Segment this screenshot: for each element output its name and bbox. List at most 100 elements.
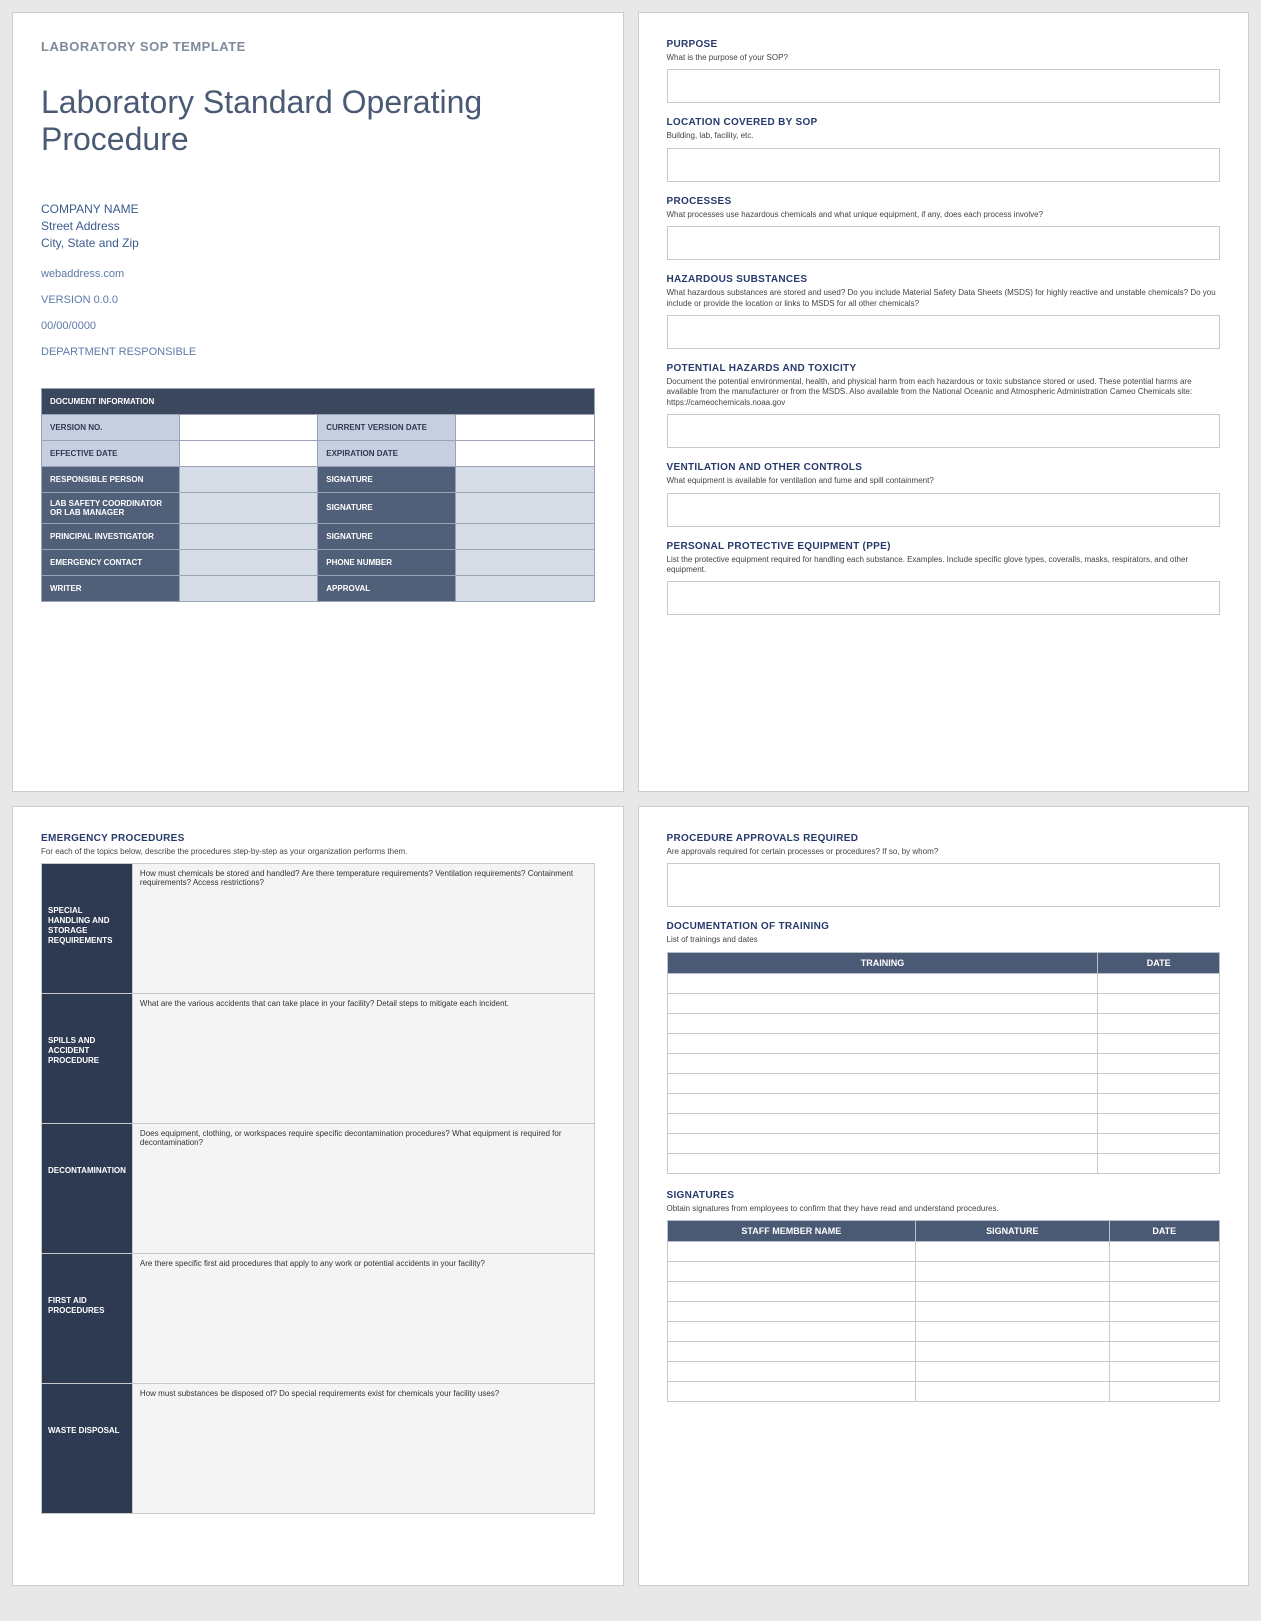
value-approval[interactable]	[456, 575, 594, 601]
emerg-label-0: SPECIAL HANDLING AND STORAGE REQUIREMENT…	[42, 864, 133, 994]
sig-name-cell[interactable]	[667, 1262, 916, 1282]
approvals-input[interactable]	[667, 863, 1221, 907]
sig-name-cell[interactable]	[667, 1242, 916, 1262]
value-phone-number[interactable]	[456, 549, 594, 575]
training-cell[interactable]	[667, 1113, 1098, 1133]
emerg-body-1[interactable]: What are the various accidents that can …	[132, 994, 594, 1124]
value-signature-1[interactable]	[456, 466, 594, 492]
version-line: VERSION 0.0.0	[41, 294, 595, 306]
training-cell[interactable]	[667, 1153, 1098, 1173]
sig-name-cell[interactable]	[667, 1282, 916, 1302]
training-cell[interactable]	[667, 993, 1098, 1013]
city-state-zip: City, State and Zip	[41, 236, 595, 250]
training-cell[interactable]	[667, 973, 1098, 993]
value-signature-2[interactable]	[456, 492, 594, 523]
sig-col-signature: SIGNATURE	[916, 1221, 1109, 1242]
ppe-desc: List the protective equipment required f…	[667, 555, 1221, 576]
sig-name-cell[interactable]	[667, 1322, 916, 1342]
training-cell[interactable]	[667, 1053, 1098, 1073]
sig-date-cell[interactable]	[1109, 1282, 1220, 1302]
sig-sign-cell[interactable]	[916, 1382, 1109, 1402]
sig-date-cell[interactable]	[1109, 1362, 1220, 1382]
table-row	[667, 1322, 1220, 1342]
value-principal-investigator[interactable]	[180, 523, 318, 549]
training-cell[interactable]	[667, 1073, 1098, 1093]
signatures-table: STAFF MEMBER NAME SIGNATURE DATE	[667, 1220, 1221, 1402]
sig-sign-cell[interactable]	[916, 1322, 1109, 1342]
table-row	[667, 1282, 1220, 1302]
sig-date-cell[interactable]	[1109, 1342, 1220, 1362]
location-title: LOCATION COVERED BY SOP	[667, 117, 1221, 128]
sig-sign-cell[interactable]	[916, 1262, 1109, 1282]
emerg-body-2[interactable]: Does equipment, clothing, or workspaces …	[132, 1124, 594, 1254]
ppe-input[interactable]	[667, 581, 1221, 615]
training-date-cell[interactable]	[1098, 1013, 1220, 1033]
sig-name-cell[interactable]	[667, 1302, 916, 1322]
training-cell[interactable]	[667, 1013, 1098, 1033]
emergency-table: SPECIAL HANDLING AND STORAGE REQUIREMENT…	[41, 863, 595, 1514]
training-date-cell[interactable]	[1098, 1153, 1220, 1173]
value-writer[interactable]	[180, 575, 318, 601]
label-signature-3: SIGNATURE	[318, 523, 456, 549]
sig-sign-cell[interactable]	[916, 1282, 1109, 1302]
sig-name-cell[interactable]	[667, 1342, 916, 1362]
street-address: Street Address	[41, 219, 595, 233]
location-input[interactable]	[667, 148, 1221, 182]
label-current-version-date: CURRENT VERSION DATE	[318, 414, 456, 440]
sig-date-cell[interactable]	[1109, 1242, 1220, 1262]
value-signature-3[interactable]	[456, 523, 594, 549]
label-signature-2: SIGNATURE	[318, 492, 456, 523]
training-col-training: TRAINING	[667, 952, 1098, 973]
training-date-cell[interactable]	[1098, 1113, 1220, 1133]
label-lab-safety: LAB SAFETY COORDINATOR OR LAB MANAGER	[42, 492, 180, 523]
training-date-cell[interactable]	[1098, 1073, 1220, 1093]
table-row	[667, 993, 1220, 1013]
page-2: PURPOSE What is the purpose of your SOP?…	[638, 12, 1250, 792]
value-version-no[interactable]	[180, 414, 318, 440]
sig-sign-cell[interactable]	[916, 1242, 1109, 1262]
processes-title: PROCESSES	[667, 196, 1221, 207]
value-responsible-person[interactable]	[180, 466, 318, 492]
value-expiration-date[interactable]	[456, 440, 594, 466]
company-name: COMPANY NAME	[41, 202, 595, 216]
training-cell[interactable]	[667, 1033, 1098, 1053]
pothaz-input[interactable]	[667, 414, 1221, 448]
training-date-cell[interactable]	[1098, 1033, 1220, 1053]
sig-name-cell[interactable]	[667, 1362, 916, 1382]
table-row	[667, 1033, 1220, 1053]
training-date-cell[interactable]	[1098, 973, 1220, 993]
sig-sign-cell[interactable]	[916, 1342, 1109, 1362]
sig-sign-cell[interactable]	[916, 1302, 1109, 1322]
sig-date-cell[interactable]	[1109, 1382, 1220, 1402]
training-date-cell[interactable]	[1098, 993, 1220, 1013]
vent-input[interactable]	[667, 493, 1221, 527]
emerg-body-4[interactable]: How must substances be disposed of? Do s…	[132, 1384, 594, 1514]
label-writer: WRITER	[42, 575, 180, 601]
label-approval: APPROVAL	[318, 575, 456, 601]
training-date-cell[interactable]	[1098, 1053, 1220, 1073]
value-emergency-contact[interactable]	[180, 549, 318, 575]
training-col-date: DATE	[1098, 952, 1220, 973]
training-cell[interactable]	[667, 1093, 1098, 1113]
hazsub-input[interactable]	[667, 315, 1221, 349]
table-row	[667, 1262, 1220, 1282]
processes-input[interactable]	[667, 226, 1221, 260]
value-lab-safety[interactable]	[180, 492, 318, 523]
purpose-desc: What is the purpose of your SOP?	[667, 53, 1221, 63]
pothaz-desc: Document the potential environmental, he…	[667, 377, 1221, 408]
training-date-cell[interactable]	[1098, 1093, 1220, 1113]
sig-date-cell[interactable]	[1109, 1302, 1220, 1322]
emerg-body-3[interactable]: Are there specific first aid procedures …	[132, 1254, 594, 1384]
training-desc: List of trainings and dates	[667, 935, 1221, 945]
sig-sign-cell[interactable]	[916, 1362, 1109, 1382]
purpose-input[interactable]	[667, 69, 1221, 103]
sig-name-cell[interactable]	[667, 1382, 916, 1402]
emerg-body-0[interactable]: How must chemicals be stored and handled…	[132, 864, 594, 994]
emergency-desc: For each of the topics below, describe t…	[41, 847, 595, 857]
sig-date-cell[interactable]	[1109, 1322, 1220, 1342]
value-current-version-date[interactable]	[456, 414, 594, 440]
sig-date-cell[interactable]	[1109, 1262, 1220, 1282]
training-cell[interactable]	[667, 1133, 1098, 1153]
value-effective-date[interactable]	[180, 440, 318, 466]
training-date-cell[interactable]	[1098, 1133, 1220, 1153]
